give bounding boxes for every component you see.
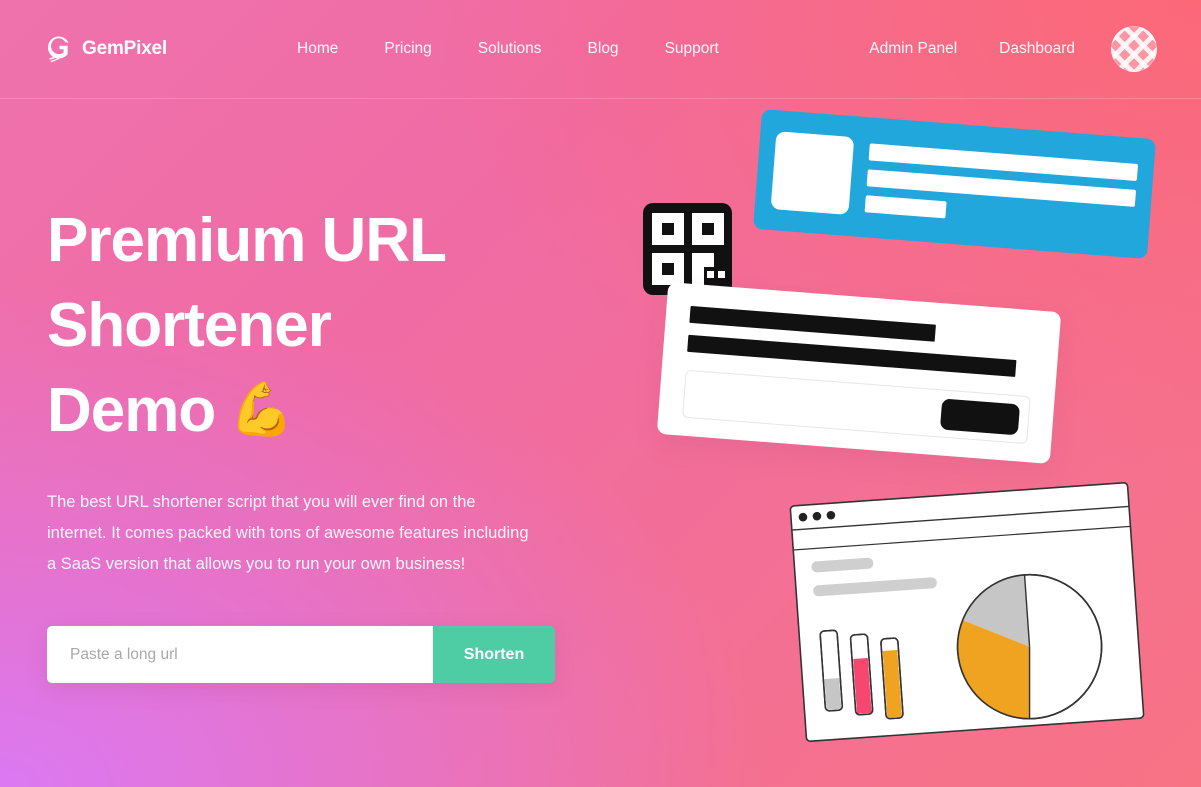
long-url-input[interactable] [47,626,433,683]
secondary-navigation: Admin Panel Dashboard [848,26,1157,72]
shorten-button[interactable]: Shorten [433,626,555,683]
card-thumbnail [770,131,855,215]
card-input-field [682,369,1031,445]
nav-item-dashboard[interactable]: Dashboard [978,40,1096,58]
url-shorten-form: Shorten [47,626,555,683]
flexed-biceps-emoji-icon: 💪 [229,381,294,439]
nav-item-home[interactable]: Home [274,40,361,58]
brand-name: GemPixel [82,38,168,59]
nav-item-support[interactable]: Support [642,40,742,58]
qr-code-icon [643,203,732,295]
hero-section: Premium URL Shortener Demo 💪 The best UR… [47,198,587,683]
hero-title-line-2: Shortener [47,291,332,360]
analytics-dashboard-window-icon [789,481,1145,743]
gempixel-g-logo-icon [47,34,73,64]
card-bar-1 [689,305,936,342]
nav-item-admin-panel[interactable]: Admin Panel [848,40,978,58]
nav-item-solutions[interactable]: Solutions [455,40,565,58]
page-title: Premium URL Shortener Demo 💪 [47,198,587,453]
link-preview-card-icon [752,109,1157,259]
hero-subtitle: The best URL shortener script that you w… [47,493,529,573]
user-avatar-pattern-icon[interactable] [1111,26,1157,72]
site-header: GemPixel Home Pricing Solutions Blog Sup… [0,0,1201,99]
card-line-3 [864,194,947,218]
brand-logo[interactable]: GemPixel [47,34,167,64]
primary-navigation: Home Pricing Solutions Blog Support [274,40,742,58]
url-input-card-icon [656,282,1062,464]
hero-title-line-1: Premium URL [47,206,447,275]
nav-item-pricing[interactable]: Pricing [361,40,454,58]
card-submit-pill [939,397,1021,435]
nav-item-blog[interactable]: Blog [565,40,642,58]
card-bar-2 [687,334,1017,377]
card-text-lines [864,142,1139,232]
hero-title-line-3: Demo [47,376,216,445]
